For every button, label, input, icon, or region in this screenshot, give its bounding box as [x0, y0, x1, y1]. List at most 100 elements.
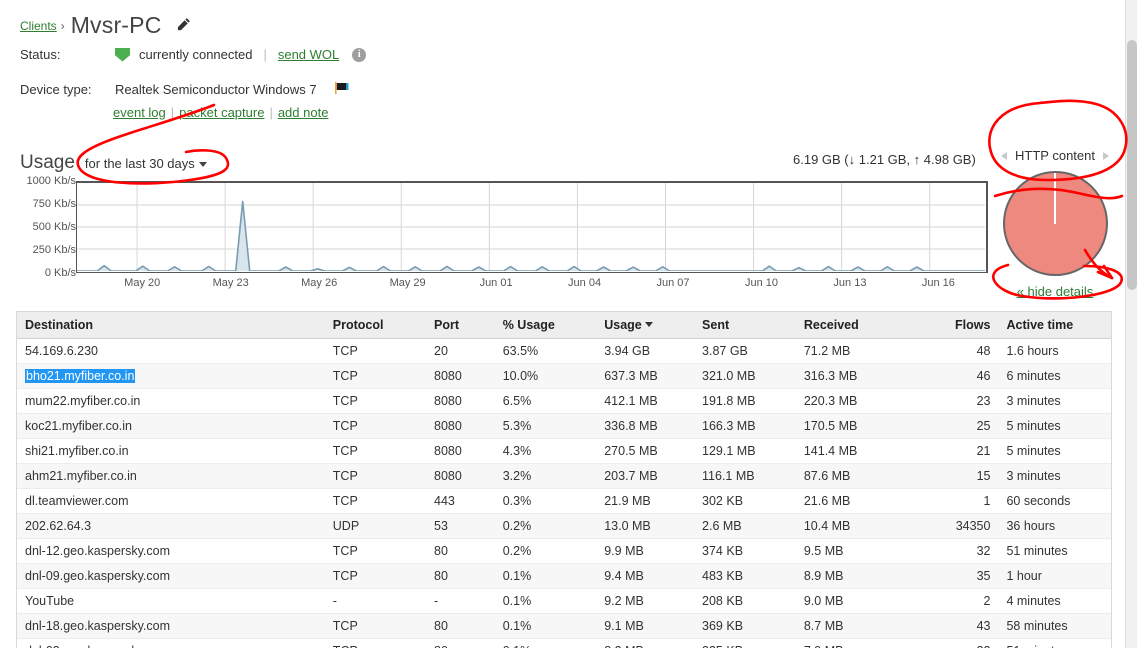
chart-y-axis-labels: 0 Kb/s250 Kb/s500 Kb/s750 Kb/s1000 Kb/s — [10, 178, 76, 274]
cell-destination: YouTube — [17, 589, 325, 614]
cell-usage: 9.4 MB — [596, 564, 694, 589]
table-row[interactable]: ahm21.myfiber.co.inTCP80803.2%203.7 MB11… — [17, 464, 1111, 489]
destination-text[interactable]: koc21.myfiber.co.in — [25, 419, 132, 433]
table-row[interactable]: YouTube--0.1%9.2 MB208 KB9.0 MB24 minute… — [17, 589, 1111, 614]
destination-text[interactable]: YouTube — [25, 594, 74, 608]
table-header-active_time[interactable]: Active time — [998, 312, 1111, 339]
chart-y-tick: 750 Kb/s — [33, 198, 76, 210]
cell-port: 8080 — [426, 414, 495, 439]
cell-protocol: TCP — [325, 439, 426, 464]
table-header-protocol[interactable]: Protocol — [325, 312, 426, 339]
info-icon[interactable]: i — [352, 48, 366, 62]
packet-capture-link[interactable]: packet capture — [179, 105, 264, 120]
table-header-label: Port — [434, 318, 459, 332]
table-row[interactable]: 202.62.64.3UDP530.2%13.0 MB2.6 MB10.4 MB… — [17, 514, 1111, 539]
table-row[interactable]: bho21.myfiber.co.inTCP808010.0%637.3 MB3… — [17, 364, 1111, 389]
table-header-flows[interactable]: Flows — [942, 312, 999, 339]
cell-pct_usage: 0.1% — [495, 564, 597, 589]
hide-details-link[interactable]: « hide details — [1017, 284, 1094, 299]
cell-protocol: TCP — [325, 339, 426, 364]
status-label: Status: — [20, 47, 115, 62]
status-value: currently connected — [139, 47, 252, 62]
table-header-label: Active time — [1006, 318, 1073, 332]
cell-received: 8.7 MB — [796, 614, 942, 639]
chevron-right-icon[interactable] — [1103, 152, 1109, 160]
destination-text[interactable]: dl.teamviewer.com — [25, 494, 129, 508]
table-row[interactable]: dnl-12.geo.kaspersky.comTCP800.2%9.9 MB3… — [17, 539, 1111, 564]
cell-usage: 8.2 MB — [596, 639, 694, 648]
cell-pct_usage: 10.0% — [495, 364, 597, 389]
chart-plot-area[interactable] — [76, 181, 988, 273]
table-header-sent[interactable]: Sent — [694, 312, 796, 339]
flag-icon[interactable] — [335, 82, 349, 97]
cell-usage: 9.1 MB — [596, 614, 694, 639]
scrollbar-thumb[interactable] — [1127, 40, 1137, 290]
cell-destination: dnl-18.geo.kaspersky.com — [17, 614, 325, 639]
send-wol-link[interactable]: send WOL — [278, 47, 339, 62]
cell-port: - — [426, 589, 495, 614]
destination-text[interactable]: mum22.myfiber.co.in — [25, 394, 140, 408]
cell-received: 87.6 MB — [796, 464, 942, 489]
cell-received: 8.9 MB — [796, 564, 942, 589]
cell-sent: 321.0 MB — [694, 364, 796, 389]
cell-active_time: 5 minutes — [998, 439, 1111, 464]
table-row[interactable]: dnl-03.geo.kaspersky.comTCP800.1%8.2 MB3… — [17, 639, 1111, 648]
destination-text[interactable]: dnl-09.geo.kaspersky.com — [25, 569, 170, 583]
pencil-icon[interactable] — [176, 17, 191, 35]
destination-text[interactable]: ahm21.myfiber.co.in — [25, 469, 137, 483]
table-header-label: Sent — [702, 318, 729, 332]
event-log-link[interactable]: event log — [113, 105, 166, 120]
destination-text[interactable]: shi21.myfiber.co.in — [25, 444, 129, 458]
table-row[interactable]: koc21.myfiber.co.inTCP80805.3%336.8 MB16… — [17, 414, 1111, 439]
cell-active_time: 3 minutes — [998, 389, 1111, 414]
cell-port: 80 — [426, 639, 495, 648]
cell-pct_usage: 3.2% — [495, 464, 597, 489]
table-header-destination[interactable]: Destination — [17, 312, 325, 339]
destination-text[interactable]: 54.169.6.230 — [25, 344, 98, 358]
add-note-link[interactable]: add note — [278, 105, 329, 120]
chart-x-tick: Jun 07 — [657, 277, 690, 289]
destination-text[interactable]: dnl-18.geo.kaspersky.com — [25, 619, 170, 633]
http-content-pie-chart[interactable] — [1003, 171, 1108, 276]
destination-text[interactable]: dnl-03.geo.kaspersky.com — [25, 644, 170, 648]
cell-received: 71.2 MB — [796, 339, 942, 364]
table-header-usage[interactable]: Usage — [596, 312, 694, 339]
table-row[interactable]: mum22.myfiber.co.inTCP80806.5%412.1 MB19… — [17, 389, 1111, 414]
chevron-left-icon[interactable] — [1001, 152, 1007, 160]
cell-received: 10.4 MB — [796, 514, 942, 539]
cell-port: 80 — [426, 539, 495, 564]
cell-pct_usage: 63.5% — [495, 339, 597, 364]
cell-protocol: TCP — [325, 614, 426, 639]
chart-x-tick: May 20 — [124, 277, 160, 289]
table-row[interactable]: dnl-18.geo.kaspersky.comTCP800.1%9.1 MB3… — [17, 614, 1111, 639]
table-header-label: Received — [804, 318, 859, 332]
page-scrollbar[interactable] — [1125, 0, 1137, 648]
usage-timerange-dropdown[interactable]: for the last 30 days — [85, 156, 207, 171]
connection-status-icon — [115, 48, 130, 62]
destination-text[interactable]: dnl-12.geo.kaspersky.com — [25, 544, 170, 558]
cell-active_time: 60 seconds — [998, 489, 1111, 514]
cell-port: 80 — [426, 564, 495, 589]
destination-text[interactable]: 202.62.64.3 — [25, 519, 91, 533]
cell-port: 8080 — [426, 364, 495, 389]
client-detail-page: Clients › Mvsr-PC Status: currently conn… — [0, 0, 1137, 648]
destination-text[interactable]: bho21.myfiber.co.in — [25, 369, 135, 383]
table-row[interactable]: dnl-09.geo.kaspersky.comTCP800.1%9.4 MB4… — [17, 564, 1111, 589]
cell-destination: mum22.myfiber.co.in — [17, 389, 325, 414]
device-action-links: event log | packet capture | add note — [113, 105, 328, 120]
table-row[interactable]: 54.169.6.230TCP2063.5%3.94 GB3.87 GB71.2… — [17, 339, 1111, 364]
cell-port: 80 — [426, 614, 495, 639]
cell-protocol: TCP — [325, 464, 426, 489]
cell-protocol: TCP — [325, 564, 426, 589]
chart-y-tick: 250 Kb/s — [33, 244, 76, 256]
table-row[interactable]: dl.teamviewer.comTCP4430.3%21.9 MB302 KB… — [17, 489, 1111, 514]
table-header-row: DestinationProtocol Port % UsageUsage Sent R… — [17, 312, 1111, 339]
breadcrumb-link-clients[interactable]: Clients — [20, 19, 57, 33]
cell-pct_usage: 0.1% — [495, 639, 597, 648]
chart-y-tick: 1000 Kb/s — [26, 175, 76, 187]
table-header-pct_usage[interactable]: % Usage — [495, 312, 597, 339]
cell-sent: 369 KB — [694, 614, 796, 639]
table-header-port[interactable]: Port — [426, 312, 495, 339]
table-row[interactable]: shi21.myfiber.co.inTCP80804.3%270.5 MB12… — [17, 439, 1111, 464]
table-header-received[interactable]: Received — [796, 312, 942, 339]
